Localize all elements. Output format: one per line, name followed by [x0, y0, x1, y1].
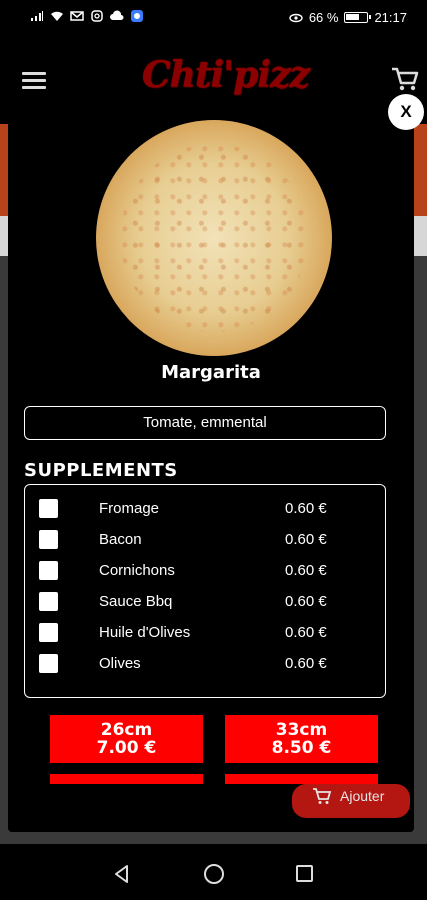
size-label: 33cm: [275, 720, 328, 740]
pizza-name: Margarita: [161, 362, 261, 383]
status-icons-right: 66 % 21:17: [289, 10, 407, 25]
supplement-checkbox[interactable]: [39, 561, 58, 580]
supplement-row[interactable]: Olives 0.60 €: [25, 652, 385, 676]
recent-apps-icon[interactable]: [296, 865, 313, 882]
size-price: 8.50 €: [271, 738, 332, 758]
supplement-label: Sauce Bbq: [99, 593, 173, 610]
eye-comfort-icon: [289, 13, 303, 22]
mail-icon: [70, 11, 84, 21]
status-bar: 66 % 21:17: [0, 0, 427, 36]
battery-percent: 66 %: [308, 10, 339, 25]
supplement-label: Huile d'Olives: [99, 624, 191, 641]
supplement-checkbox[interactable]: [39, 592, 58, 611]
add-to-cart-label: Ajouter: [340, 788, 385, 804]
supplement-label: Fromage: [99, 500, 160, 517]
supplement-price: 0.60 €: [285, 500, 327, 517]
signal-icon: [31, 11, 43, 21]
supplement-checkbox[interactable]: [39, 654, 58, 673]
size-button-33cm[interactable]: 33cm 8.50 €: [225, 715, 378, 763]
supplement-row[interactable]: Cornichons 0.60 €: [25, 559, 385, 583]
back-icon[interactable]: [112, 864, 132, 884]
supplement-row[interactable]: Huile d'Olives 0.60 €: [25, 621, 385, 645]
add-to-cart-button[interactable]: Ajouter: [292, 784, 410, 818]
instagram-icon: [91, 10, 103, 22]
system-nav-bar: [0, 844, 427, 900]
supplement-checkbox[interactable]: [39, 623, 58, 642]
supplement-price: 0.60 €: [285, 624, 327, 641]
pizza-image: [96, 120, 332, 356]
cart-icon: [313, 788, 332, 804]
supplement-checkbox[interactable]: [39, 499, 58, 518]
supplement-row[interactable]: Bacon 0.60 €: [25, 528, 385, 552]
supplement-row[interactable]: Sauce Bbq 0.60 €: [25, 590, 385, 614]
supplement-price: 0.60 €: [285, 593, 327, 610]
supplement-label: Olives: [99, 655, 141, 672]
cloud-icon: [110, 10, 124, 20]
supplement-price: 0.60 €: [285, 655, 327, 672]
battery-icon: [344, 12, 372, 23]
wifi-icon: [51, 11, 63, 21]
supplement-price: 0.60 €: [285, 531, 327, 548]
supplements-title: SUPPLEMENTS: [24, 460, 178, 481]
size-button-partial[interactable]: [50, 774, 203, 784]
pizza-detail-modal: Margarita Tomate, emmental SUPPLEMENTS F…: [8, 112, 414, 832]
menu-icon[interactable]: [22, 72, 46, 90]
cart-icon[interactable]: [391, 66, 419, 92]
app-logo: Chti'pizz: [142, 54, 310, 96]
supplement-checkbox[interactable]: [39, 530, 58, 549]
size-label: 26cm: [100, 720, 153, 740]
supplements-list: Fromage 0.60 € Bacon 0.60 € Cornichons 0…: [24, 484, 386, 698]
supplement-row[interactable]: Fromage 0.60 €: [25, 497, 385, 521]
supplement-price: 0.60 €: [285, 562, 327, 579]
app-notification-icon: [131, 10, 143, 22]
ingredients-box: Tomate, emmental: [24, 406, 386, 440]
app-bar: Chti'pizz: [0, 36, 427, 124]
status-icons-left: [30, 10, 144, 22]
clock: 21:17: [374, 10, 407, 25]
size-button-partial[interactable]: [225, 774, 378, 784]
home-icon[interactable]: [204, 864, 224, 884]
close-button[interactable]: X: [388, 94, 424, 130]
size-price: 7.00 €: [96, 738, 157, 758]
supplement-label: Bacon: [99, 531, 142, 548]
supplement-label: Cornichons: [99, 562, 175, 579]
size-button-26cm[interactable]: 26cm 7.00 €: [50, 715, 203, 763]
